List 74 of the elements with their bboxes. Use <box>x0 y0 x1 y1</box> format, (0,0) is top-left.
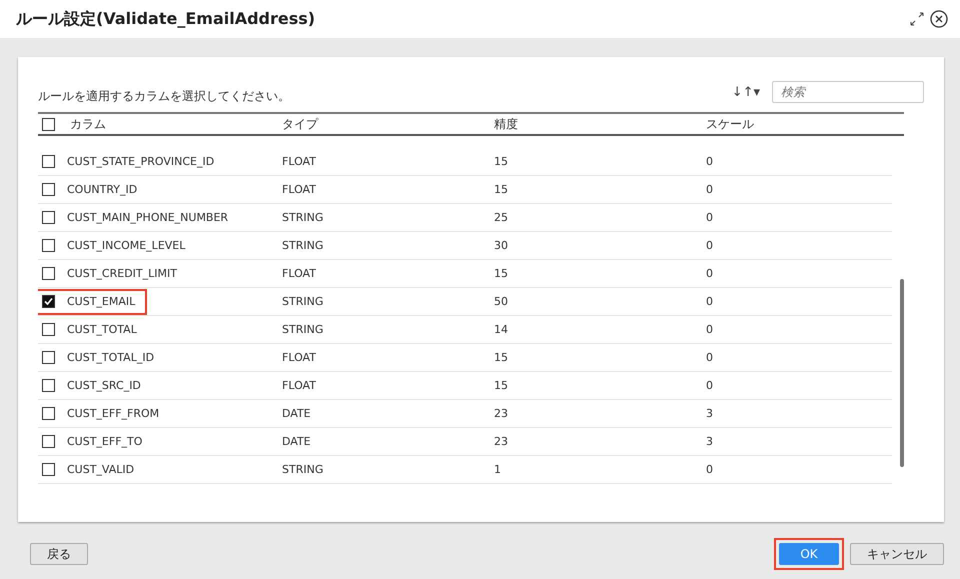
table-cell-text: 1 <box>494 463 502 476</box>
checkbox[interactable] <box>42 239 55 252</box>
checkbox[interactable] <box>42 435 55 448</box>
back-button[interactable]: 戻る <box>30 543 88 565</box>
table-cell-text: FLOAT <box>282 351 317 364</box>
table-cell: CUST_TOTAL <box>67 323 137 336</box>
sort-button[interactable]: ↓↑▾ <box>732 84 760 100</box>
column-header: カラム <box>70 116 107 132</box>
close-icon[interactable] <box>930 10 948 28</box>
table-cell: CUST_STATE_PROVINCE_ID <box>67 155 214 168</box>
table-cell: CUST_MAIN_PHONE_NUMBER <box>67 211 228 224</box>
table-cell-text: 25 <box>494 211 509 224</box>
table-cell-text: STRING <box>282 211 324 224</box>
table-cell-text: 0 <box>706 323 714 336</box>
table-cell-text: FLOAT <box>282 379 317 392</box>
table-cell-text: DATE <box>282 435 312 448</box>
table-cell: CUST_CREDIT_LIMIT <box>67 267 177 280</box>
table-cell-text: 0 <box>706 379 714 392</box>
table-cell: CUST_EFF_FROM <box>67 407 160 420</box>
column-header: 精度 <box>494 116 519 132</box>
checkbox[interactable] <box>42 323 55 336</box>
search-field[interactable]: 検索 <box>772 81 924 103</box>
table-cell: CUST_VALID <box>67 463 134 476</box>
table-cell-text: 50 <box>494 295 509 308</box>
checkbox[interactable] <box>42 295 55 308</box>
checkbox[interactable] <box>42 463 55 476</box>
table-cell-text: 0 <box>706 239 714 252</box>
table-cell: COUNTRY_ID <box>67 183 138 196</box>
checkbox[interactable] <box>42 183 55 196</box>
checkbox[interactable] <box>42 379 55 392</box>
checkbox[interactable] <box>42 211 55 224</box>
table-cell-text: 3 <box>706 435 714 448</box>
cancel-button[interactable]: キャンセル <box>850 543 944 565</box>
checkbox[interactable] <box>42 118 55 130</box>
table-cell-text: 0 <box>706 351 714 364</box>
table-cell-text: 0 <box>706 155 714 168</box>
table-cell-text: 15 <box>494 183 509 196</box>
table-cell-text: 0 <box>706 267 714 280</box>
table-cell-text: 0 <box>706 183 714 196</box>
table-cell-text: 23 <box>494 407 509 420</box>
table-cell-text: STRING <box>282 239 324 252</box>
table-cell-text: STRING <box>282 463 324 476</box>
expand-icon[interactable] <box>910 12 924 26</box>
table-cell: CUST_INCOME_LEVEL <box>67 239 186 252</box>
table-cell-text: STRING <box>282 323 324 336</box>
checkbox[interactable] <box>42 267 55 280</box>
table-cell: CUST_EMAIL <box>67 295 136 308</box>
table-cell-text: 15 <box>494 351 509 364</box>
table-cell-text: 15 <box>494 155 509 168</box>
checkbox[interactable] <box>42 351 55 364</box>
table-cell: CUST_SRC_ID <box>67 379 141 392</box>
scrollbar[interactable] <box>900 279 904 467</box>
checkbox[interactable] <box>42 155 55 168</box>
column-header: スケール <box>706 116 755 132</box>
table-cell-text: STRING <box>282 295 324 308</box>
table-cell-text: 14 <box>494 323 509 336</box>
instruction-text: ルールを適用するカラムを選択してください。 <box>38 88 290 104</box>
table-cell-text: 0 <box>706 211 714 224</box>
table-cell-text: FLOAT <box>282 267 317 280</box>
table-cell-text: FLOAT <box>282 183 317 196</box>
table-cell-text: 23 <box>494 435 509 448</box>
column-header: タイプ <box>282 116 320 132</box>
table-cell: CUST_EFF_TO <box>67 435 142 448</box>
table-cell: CUST_TOTAL_ID <box>67 351 154 364</box>
table-cell-text: 15 <box>494 379 509 392</box>
table-cell-text: 0 <box>706 295 714 308</box>
table-cell-text: DATE <box>282 407 312 420</box>
table-cell-text: FLOAT <box>282 155 317 168</box>
table-cell-text: 0 <box>706 463 714 476</box>
table-cell-text: 3 <box>706 407 714 420</box>
checkbox[interactable] <box>42 407 55 420</box>
table-cell-text: 15 <box>494 267 509 280</box>
window-title: ルール設定(Validate_EmailAddress) <box>16 8 316 30</box>
table-cell-text: 30 <box>494 239 509 252</box>
